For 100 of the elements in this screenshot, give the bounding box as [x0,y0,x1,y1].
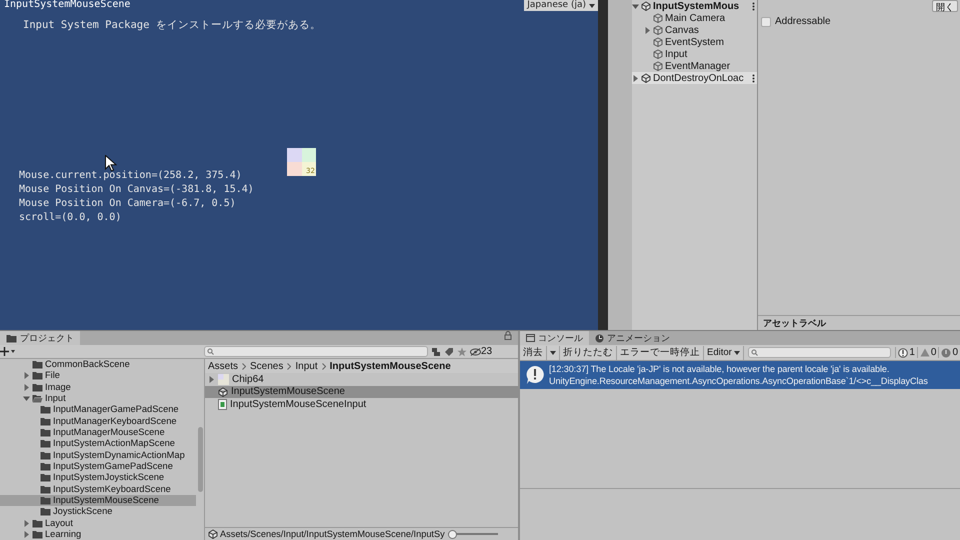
folder-icon [40,428,51,438]
folder-name: InputSystemKeyboardScene [53,484,171,495]
asset-row[interactable]: InputSystemMouseSceneInput [205,398,518,410]
scene-name: DontDestroyOnLoac [653,72,745,84]
log-entry[interactable]: [12:30:37] The Locale 'ja-JP' is not available, however the parent locale 'ja' is available. UnityEngine.ResourceManagement.AsyncOperations.AsyncOperationBase`1/<>c__DisplayClas [520,361,960,389]
readout-text: Mouse.current.position=(258.2, 375.4) [19,169,243,183]
breadcrumb-item[interactable]: Input [295,360,318,372]
hidden-eye-icon[interactable] [470,348,481,356]
folder-row[interactable]: Input [0,392,196,404]
folder-name: Input [45,393,66,404]
folder-icon [40,439,51,448]
folder-row[interactable]: InputSystemActionMapScene [0,438,196,450]
folder-name: InputSystemJoystickScene [53,472,164,484]
more-icon[interactable] [752,2,755,10]
folder-row[interactable]: InputSystemMouseScene [0,494,196,506]
object-name[interactable]: EventSystem [665,36,724,48]
object-name[interactable]: Main Camera [665,12,726,24]
slider-thumb[interactable] [448,530,457,538]
scene-icon [208,529,218,539]
folder-row[interactable]: File [0,370,196,382]
scene-icon [641,1,651,11]
console-tab[interactable]: コンソール [520,331,589,345]
info-bubble-icon [525,365,545,385]
breadcrumb-item[interactable]: InputSystemMouseScene [330,360,451,372]
collapsed-arrow-icon[interactable] [644,26,651,34]
folder-name: InputSystemActionMapScene [53,438,175,450]
folder-row[interactable]: Image [0,382,196,393]
folder-row[interactable]: InputManagerKeyboardScene [0,416,196,427]
folder-name: InputManagerGamePadScene [53,404,179,416]
folder-icon [40,405,51,414]
folder-row[interactable]: CommonBackScene [0,359,196,370]
folder-row[interactable]: Learning [0,528,196,540]
collapsed-arrow-icon [208,376,215,383]
texture-thumbnail-icon [218,374,229,385]
scene-row[interactable]: InputSystemMous [632,0,757,12]
lock-icon[interactable] [504,331,512,340]
caret-icon [550,350,556,354]
tab-label: プロジェクト [20,332,74,344]
tile-sprite [287,148,316,176]
project-tab[interactable]: プロジェクト [0,331,80,345]
scene-row[interactable]: DontDestroyOnLoac [632,72,757,84]
folder-icon [40,473,51,482]
tab-label: コンソール [538,332,583,344]
star-icon[interactable] [457,346,467,356]
readout-text: Mouse Position On Canvas=(-381.8, 15.4) [19,183,254,197]
folder-row[interactable]: InputSystemJoystickScene [0,472,196,484]
folder-row[interactable]: Layout [0,517,196,529]
folder-name: Layout [45,518,73,529]
asset-row[interactable]: Chip64 [205,373,518,386]
open-button[interactable]: 開く [932,0,958,12]
object-name[interactable]: Canvas [665,24,699,36]
folder-row[interactable]: InputManagerGamePadScene [0,404,196,416]
search-field[interactable] [204,346,428,357]
folder-icon [40,416,51,426]
add-menu-icon[interactable] [0,347,16,356]
asset-row[interactable]: InputSystemMouseScene [205,386,518,398]
asset-name: Chip64 [232,374,264,385]
chevron-icon [322,362,326,370]
folder-icon [32,382,43,392]
scrollbar-thumb[interactable] [198,427,203,492]
folder-name: InputManagerKeyboardScene [53,416,177,427]
folder-row[interactable]: InputSystemKeyboardScene [0,483,196,495]
folder-icon [32,371,43,380]
folder-row[interactable]: InputSystemGamePadScene [0,460,196,472]
console-icon [526,334,535,342]
asset-name: InputSystemMouseSceneInput [230,398,366,410]
expanded-arrow-icon [632,2,639,10]
object-name[interactable]: Input [665,48,688,60]
scene-icon [218,386,228,397]
folder-name: CommonBackScene [45,359,130,370]
folder-icon [6,334,17,342]
object-name[interactable]: EventManager [665,60,730,72]
readout-text: Mouse Position On Camera=(-6.7, 0.5) [19,197,237,211]
type-filter-icon[interactable] [431,346,441,356]
more-icon[interactable] [752,74,755,82]
clock-icon [595,334,604,342]
breadcrumb-item[interactable]: Scenes [250,360,284,372]
clear-button[interactable]: 消去 [520,346,547,360]
language-dropdown[interactable]: Japanese (ja) [524,0,598,11]
collapsed-arrow-icon [632,74,639,82]
caret-icon [734,350,740,354]
folder-row[interactable]: JoystickScene [0,506,196,518]
hidden-count: 23 [481,346,492,357]
caret-icon [589,4,595,8]
folder-row[interactable]: InputSystemDynamicActionMap [0,450,196,461]
warning-count: 0 [930,347,936,358]
folder-row[interactable]: InputManagerMouseScene [0,426,196,438]
search-field[interactable] [748,347,892,358]
warning-icon[interactable] [920,348,930,357]
cube-icon [653,37,663,47]
info-icon[interactable] [898,348,908,358]
error-icon[interactable] [941,348,952,358]
collapse-button[interactable]: 折りたたむ [560,346,617,360]
clear-options-dropdown[interactable] [547,346,560,360]
search-icon [207,348,214,355]
breadcrumb-item[interactable]: Assets [208,360,238,372]
addressable-checkbox[interactable] [761,16,771,26]
folder-icon [32,530,43,539]
folder-name: File [45,370,60,382]
info-count: 1 [909,347,915,358]
